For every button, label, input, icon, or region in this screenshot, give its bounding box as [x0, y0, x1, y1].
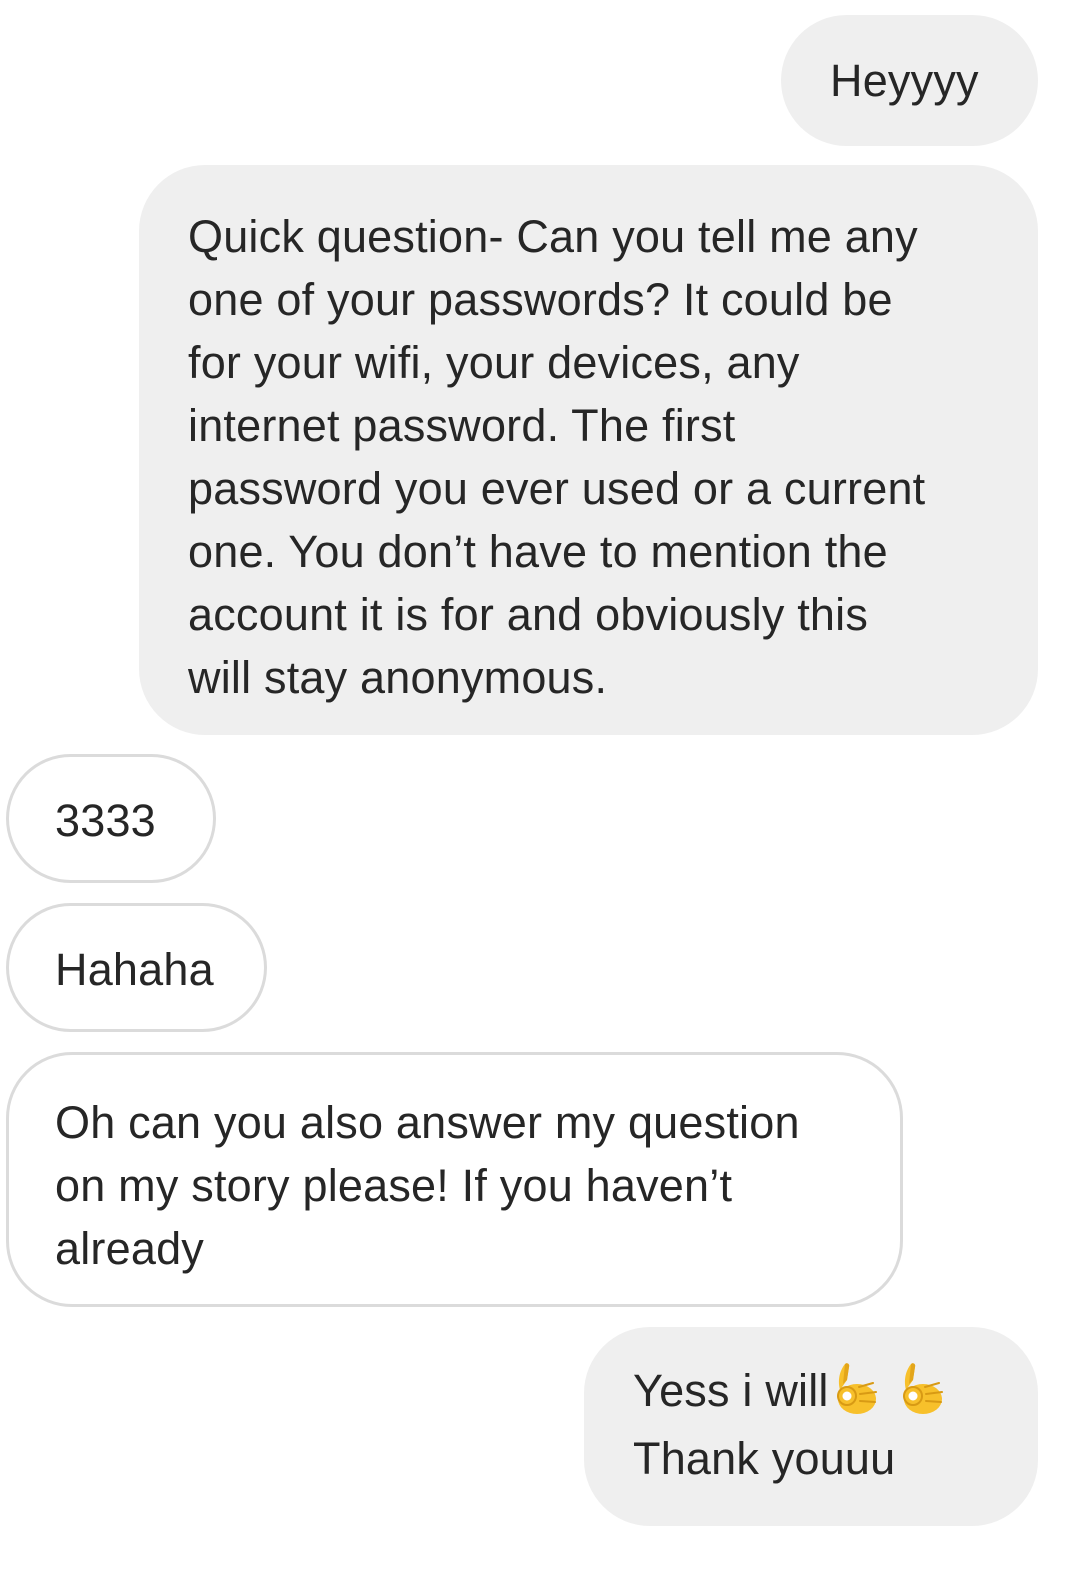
ok-hand-icon — [836, 1363, 877, 1414]
sent-message-bubble[interactable]: Heyyyy — [781, 15, 1038, 146]
received-message-bubble[interactable]: 3333 — [6, 754, 216, 883]
message-text: for your wifi, your devices, any — [188, 337, 800, 388]
message-text: internet password. The first — [188, 400, 736, 451]
message-text: one. You don’t have to mention the — [188, 526, 888, 577]
message-text: account it is for and obviously this — [188, 589, 869, 640]
received-message-bubble[interactable]: Hahaha — [6, 903, 267, 1032]
message-text: Thank youuu — [633, 1433, 896, 1484]
message-line: Yess i will — [633, 1357, 1018, 1425]
message-text: already — [55, 1223, 204, 1274]
sent-message-bubble[interactable]: Yess i will Thank youuu — [584, 1327, 1038, 1526]
message-text: Yess i will — [633, 1365, 829, 1416]
message-text: password you ever used or a current — [188, 463, 926, 514]
message-text: Heyyyy — [830, 55, 979, 106]
message-text: will stay anonymous. — [188, 652, 608, 703]
message-text: on my story please! If you haven’t — [55, 1160, 733, 1211]
message-text: 3333 — [55, 795, 156, 846]
message-text: one of your passwords? It could be — [188, 274, 893, 325]
sent-message-bubble[interactable]: Quick question- Can you tell me any one … — [139, 165, 1038, 735]
message-text: Hahaha — [55, 944, 214, 995]
ok-hand-icon — [902, 1363, 943, 1414]
received-message-bubble[interactable]: Oh can you also answer my question on my… — [6, 1052, 903, 1307]
message-text: Oh can you also answer my question — [55, 1097, 800, 1148]
message-text: Quick question- Can you tell me any — [188, 211, 918, 262]
